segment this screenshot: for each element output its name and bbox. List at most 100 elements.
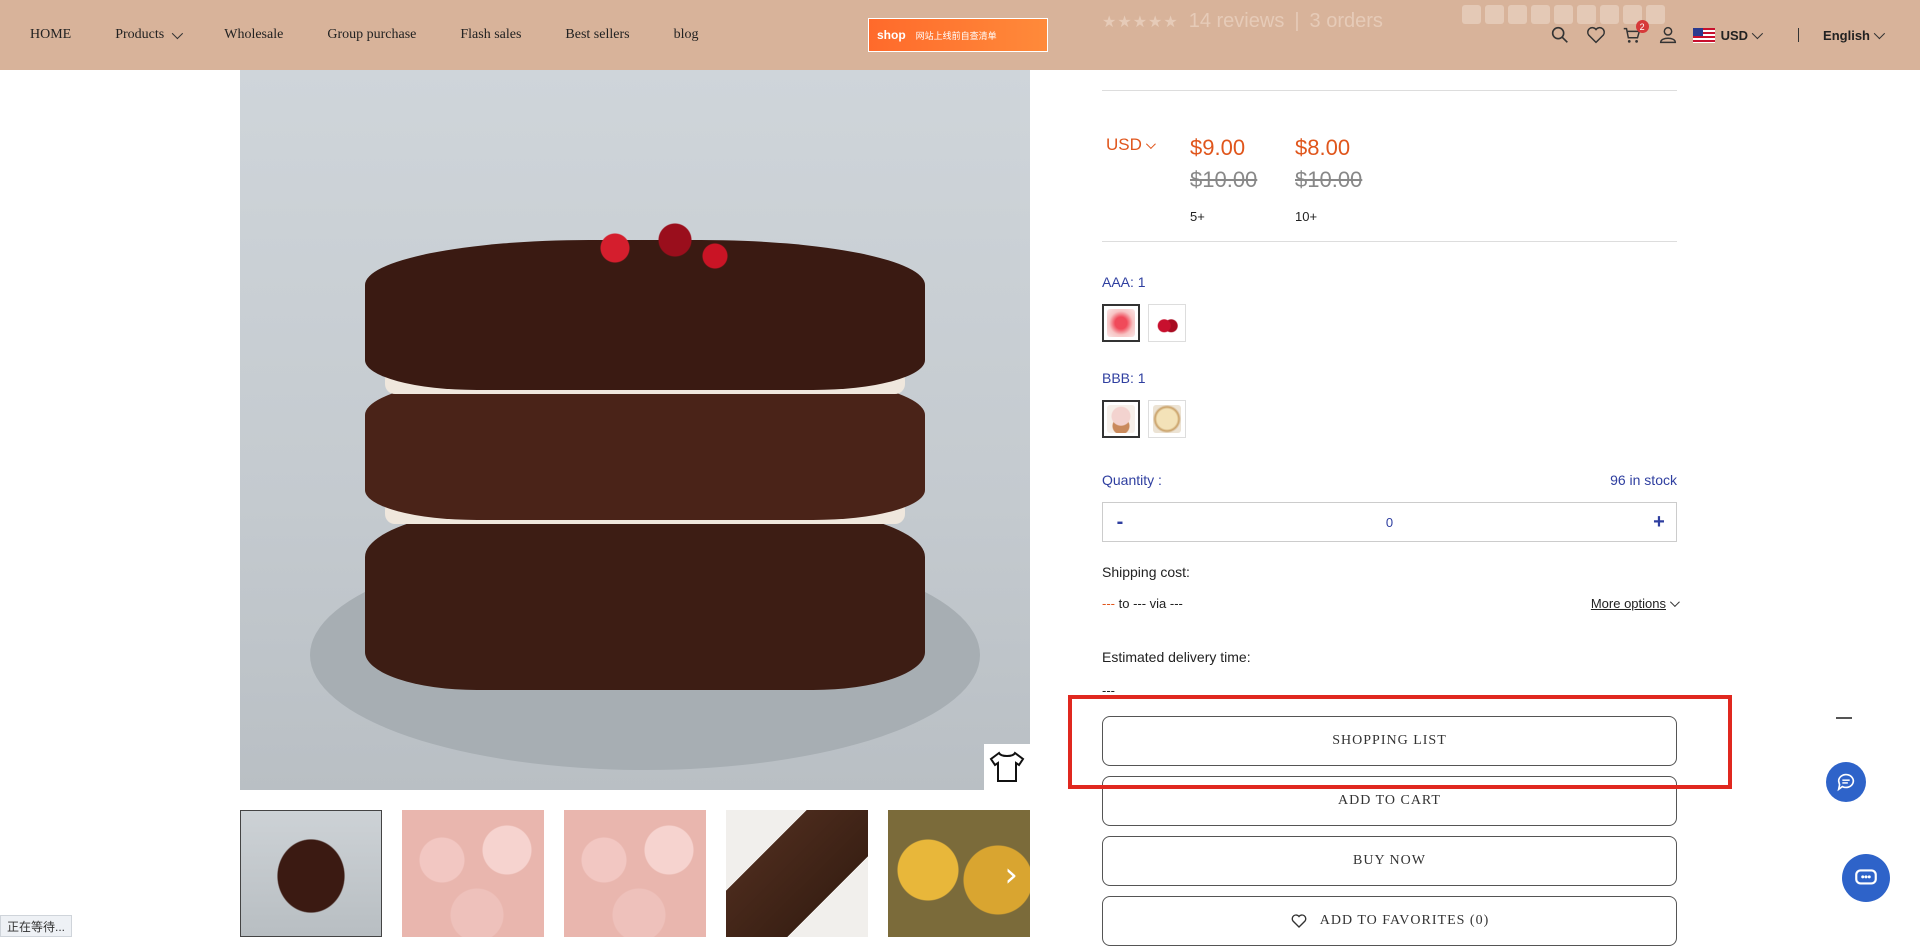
swatch-image <box>1153 405 1181 433</box>
logo-tagline: 网站上线前自查清单 <box>915 31 997 41</box>
pinterest-icon[interactable] <box>1508 5 1527 24</box>
swatch-cupcake[interactable] <box>1102 400 1140 438</box>
shipping-route: --- to --- via --- <box>1102 596 1183 611</box>
add-to-favorites-label: ADD TO FAVORITES (0) <box>1319 913 1490 928</box>
estimated-delivery-value: --- <box>1102 683 1115 698</box>
thumbnail-chocolate[interactable] <box>726 810 868 937</box>
site-logo[interactable]: shop 网站上线前自查清单 <box>868 18 1048 52</box>
price-currency-dropdown[interactable]: USD <box>1106 135 1156 155</box>
swatch-image <box>1107 405 1135 433</box>
thumbnail-strip: › <box>240 810 1030 937</box>
tier-quantity: 10+ <box>1295 209 1318 224</box>
add-to-cart-button[interactable]: ADD TO CART <box>1102 776 1677 826</box>
top-navigation-bar: HOME Products Wholesale Group purchase F… <box>0 0 1920 70</box>
tiered-price: USD $9.00 $10.00 5+ $8.00 $10.00 10+ <box>1102 91 1677 241</box>
nav-label: Best sellers <box>565 27 630 42</box>
header-actions: 2 USD English <box>1549 0 1920 70</box>
stock-count: 96 in stock <box>1610 472 1677 488</box>
chat-bubble-icon[interactable] <box>1826 762 1866 802</box>
tier-original-price: $10.00 <box>1190 167 1258 192</box>
nav-item-wholesale[interactable]: Wholesale <box>224 27 283 43</box>
price-currency-label: USD <box>1106 135 1142 154</box>
shopping-list-button[interactable]: SHOPPING LIST <box>1102 716 1677 766</box>
shipping-origin: --- <box>1102 596 1115 611</box>
browser-status-bar: 正在等待... <box>0 915 73 937</box>
currency-dropdown[interactable]: USD <box>1720 27 1764 43</box>
heart-icon <box>1291 914 1307 928</box>
facebook-icon[interactable] <box>1462 5 1481 24</box>
nav-label: Wholesale <box>224 27 284 42</box>
nav-label: HOME <box>30 27 72 42</box>
status-text: 正在等待... <box>7 919 66 934</box>
option-aaa-label: AAA: 1 <box>1102 274 1146 290</box>
swatch-image <box>1153 309 1181 337</box>
swatch-pie[interactable] <box>1148 400 1186 438</box>
cart-icon[interactable]: 2 <box>1621 20 1649 46</box>
nav-item-group-purchase[interactable]: Group purchase <box>327 27 416 43</box>
add-to-favorites-button[interactable]: ADD TO FAVORITES (0) <box>1102 896 1677 946</box>
search-icon[interactable] <box>1549 24 1571 46</box>
tier-quantity: 5+ <box>1190 209 1205 224</box>
shipping-destination: to --- via --- <box>1115 596 1183 611</box>
buy-now-label: BUY NOW <box>1353 853 1426 868</box>
thumbnail-durian[interactable]: › <box>888 810 1030 937</box>
chevron-right-icon[interactable]: › <box>1004 855 1018 895</box>
thumbnail-cupcakes[interactable] <box>564 810 706 937</box>
tier-price: $9.00 <box>1190 135 1246 160</box>
nav-label: Group purchase <box>327 27 417 42</box>
product-info-panel: USD $9.00 $10.00 5+ $8.00 $10.00 10+ AAA… <box>1102 70 1680 698</box>
swatch-cherries[interactable] <box>1148 304 1186 342</box>
language-dropdown[interactable]: English <box>1823 27 1886 43</box>
rating-divider: | <box>1294 10 1300 32</box>
nav-label: Flash sales <box>460 27 522 42</box>
buy-now-button[interactable]: BUY NOW <box>1102 836 1677 886</box>
quantity-decrease-button[interactable]: - <box>1103 511 1137 534</box>
chevron-down-icon <box>1751 27 1764 40</box>
swatch-pink-cake[interactable] <box>1102 304 1140 342</box>
quantity-label: Quantity : <box>1102 472 1162 488</box>
shipping-cost-label: Shipping cost: <box>1102 564 1190 580</box>
quantity-input[interactable] <box>1137 513 1642 531</box>
main-nav: HOME Products Wholesale Group purchase F… <box>30 0 742 70</box>
cake-illustration <box>365 200 925 700</box>
email-icon[interactable] <box>1531 5 1550 24</box>
nav-item-home[interactable]: HOME <box>30 27 71 43</box>
tier-original-price: $10.00 <box>1295 167 1363 192</box>
nav-item-products[interactable]: Products <box>115 27 184 43</box>
divider <box>1102 241 1677 242</box>
estimated-delivery-label: Estimated delivery time: <box>1102 649 1251 665</box>
currency-label: USD <box>1720 27 1749 43</box>
rating-summary-behind-header: ★★★★★ 14 reviews | 3 orders <box>1102 10 1383 33</box>
language-label: English <box>1823 27 1870 43</box>
tshirt-icon[interactable] <box>984 744 1030 790</box>
user-icon[interactable] <box>1657 24 1679 46</box>
us-flag-icon <box>1692 27 1715 43</box>
x-icon[interactable] <box>1485 5 1504 24</box>
cake-layer <box>365 500 925 690</box>
heart-icon[interactable] <box>1585 24 1607 46</box>
option-bbb-label: BBB: 1 <box>1102 370 1146 386</box>
chevron-down-icon <box>171 27 184 40</box>
quantity-stepper: - + <box>1102 502 1677 542</box>
nav-item-flash-sales[interactable]: Flash sales <box>460 27 521 43</box>
thumbnail-cake[interactable] <box>240 810 382 937</box>
quantity-increase-button[interactable]: + <box>1642 511 1676 534</box>
more-options-label: More options <box>1590 596 1666 611</box>
product-main-image[interactable] <box>240 70 1030 790</box>
add-to-cart-label: ADD TO CART <box>1338 793 1441 808</box>
live-chat-icon[interactable] <box>1842 854 1890 902</box>
tier-price: $8.00 <box>1295 135 1351 160</box>
chevron-down-icon <box>1145 138 1156 149</box>
cart-badge: 2 <box>1635 20 1649 33</box>
logo-text: shop <box>877 28 906 42</box>
nav-item-best-sellers[interactable]: Best sellers <box>565 27 629 43</box>
nav-label: Products <box>115 27 165 42</box>
thumbnail-cupcakes[interactable] <box>402 810 544 937</box>
swatch-image <box>1107 309 1135 337</box>
more-options-link[interactable]: More options <box>1590 596 1680 611</box>
chevron-down-icon <box>1873 27 1886 40</box>
nav-item-blog[interactable]: blog <box>674 27 699 43</box>
orders-count: 3 orders <box>1309 10 1383 32</box>
minimize-icon[interactable] <box>1836 717 1852 719</box>
shopping-list-label: SHOPPING LIST <box>1332 733 1447 748</box>
